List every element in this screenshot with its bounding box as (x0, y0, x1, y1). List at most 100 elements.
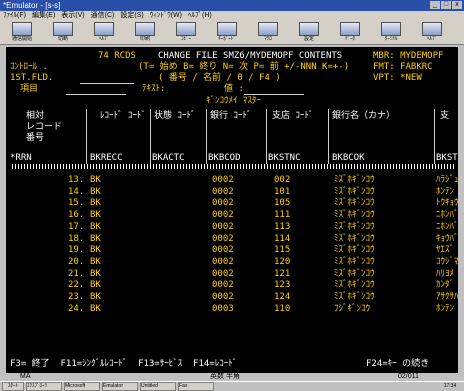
toolbar-button-keyboard[interactable]: ｷｰﾎﾞｰﾄﾞ (209, 22, 245, 44)
cell-rec[interactable]: BK (90, 198, 101, 208)
cell-br[interactable]: ｷｮｳﾊﾞ (436, 234, 458, 244)
menu-settings[interactable]: 設定(S) (120, 11, 143, 21)
terminal-screen[interactable]: 74 RCDS CHANGE FILE SMZ6/MYDEMOPF CONTEN… (6, 47, 458, 373)
cell-branch[interactable]: 105 (274, 198, 290, 208)
toolbar-button-help[interactable]: ﾍﾙﾌﾟ (86, 22, 122, 44)
toolbar-button-terminal[interactable]: ﾀｰﾐﾅﾙ (373, 22, 409, 44)
toolbar-button-help2[interactable]: ﾍﾙﾌﾟ (414, 22, 450, 44)
cell-br[interactable]: ﾔｴｽﾞ (436, 245, 454, 255)
start-button[interactable]: ｽﾀｰﾄ (2, 381, 24, 391)
cell-rec[interactable]: BK (90, 280, 101, 290)
toolbar-button-settings[interactable]: 設定 (291, 22, 327, 44)
cell-br[interactable]: ｱｻｸｻﾊ (436, 292, 458, 302)
cell-br[interactable]: ｶﾝﾀﾞ (436, 280, 454, 290)
cell-name[interactable]: ﾐｽﾞﾎｷﾞﾝｺｳ (334, 257, 375, 267)
cell-rec[interactable]: BK (90, 222, 101, 232)
cell-bank[interactable]: 0002 (212, 245, 234, 255)
table-row[interactable]: 23. BK 0002 124 ﾐｽﾞﾎｷﾞﾝｺｳ ｱｻｸｻﾊ (6, 292, 458, 302)
cell-bank[interactable]: 0002 (212, 257, 234, 267)
table-row[interactable]: 16. BK 0002 111 ﾐｽﾞﾎｷﾞﾝｺｳ ﾆﾎﾝﾊﾞ (6, 210, 458, 220)
table-row[interactable]: 17. BK 0002 113 ﾐｽﾞﾎｷﾞﾝｺｳ ﾆﾎﾝﾊﾞ (6, 222, 458, 232)
cell-bank[interactable]: 0002 (212, 187, 234, 197)
first-field-input[interactable] (80, 83, 134, 84)
cell-name[interactable]: ﾌｼﾞｷﾞﾝｺｳ (334, 304, 370, 314)
cell-rec[interactable]: BK (90, 292, 101, 302)
minimize-button[interactable]: _ (430, 1, 440, 9)
menu-view[interactable]: 表示(V) (61, 11, 84, 21)
cell-branch[interactable]: 002 (274, 175, 290, 185)
taskbar-item[interactable]: Untitled (140, 381, 176, 391)
table-row[interactable]: 20. BK 0002 120 ﾐｽﾞﾎｷﾞﾝｺｳ ｺｳｼﾞﾏ (6, 257, 458, 267)
table-row[interactable]: 14. BK 0002 101 ﾐｽﾞﾎｷﾞﾝｺｳ ﾎﾝﾃﾝ (6, 187, 458, 197)
taskbar-item[interactable]: Fax (178, 381, 214, 391)
cell-rec[interactable]: BK (90, 187, 101, 197)
cell-name[interactable]: ﾐｽﾞﾎｷﾞﾝｺｳ (334, 269, 375, 279)
menu-edit[interactable]: 編集(E) (32, 11, 55, 21)
cell-name[interactable]: ﾐｽﾞﾎｷﾞﾝｺｳ (334, 187, 375, 197)
toolbar-button-data[interactable]: ﾃﾞｰﾀ (332, 22, 368, 44)
cell-branch[interactable]: 113 (274, 222, 290, 232)
cell-rec[interactable]: BK (90, 210, 101, 220)
cell-branch[interactable]: 121 (274, 269, 290, 279)
cell-br[interactable]: ｺｳｼﾞﾏ (436, 257, 458, 267)
cell-rec[interactable]: BK (90, 304, 101, 314)
cell-branch[interactable]: 114 (274, 234, 290, 244)
taskbar-item[interactable]: ｴｸｽﾌﾟﾛｰﾗ (26, 381, 62, 391)
cell-branch[interactable]: 124 (274, 292, 290, 302)
table-row[interactable]: 22. BK 0002 123 ﾐｽﾞﾎｷﾞﾝｺｳ ｶﾝﾀﾞ (6, 280, 458, 290)
table-row[interactable]: 21. BK 0002 121 ﾐｽﾞﾎｷﾞﾝｺｳ ﾊﾘﾖﾒ (6, 269, 458, 279)
cell-rec[interactable]: BK (90, 175, 101, 185)
cell-name[interactable]: ﾐｽﾞﾎｷﾞﾝｺｳ (334, 280, 375, 290)
cell-name[interactable]: ﾐｽﾞﾎｷﾞﾝｺｳ (334, 292, 375, 302)
cell-branch[interactable]: 110 (274, 304, 290, 314)
cell-branch[interactable]: 123 (274, 280, 290, 290)
cell-name[interactable]: ﾐｽﾞﾎｷﾞﾝｺｳ (334, 198, 375, 208)
cell-bank[interactable]: 0002 (212, 222, 234, 232)
cell-br[interactable]: ﾎﾝﾃﾝ (436, 187, 454, 197)
table-row[interactable]: 19. BK 0002 115 ﾐｽﾞﾎｷﾞﾝｺｳ ﾔｴｽﾞ (6, 245, 458, 255)
cell-br[interactable]: ﾊﾗｼﾞｭ (436, 175, 458, 185)
cell-bank[interactable]: 0002 (212, 269, 234, 279)
toolbar-button-connect[interactable]: 通信開始 (4, 22, 40, 44)
toolbar-button-disconnect[interactable]: 切断 (45, 22, 81, 44)
cell-rec[interactable]: BK (90, 245, 101, 255)
taskbar-item[interactable]: Emulator (102, 381, 138, 391)
table-row[interactable]: 18. BK 0002 114 ﾐｽﾞﾎｷﾞﾝｺｳ ｷｮｳﾊﾞ (6, 234, 458, 244)
menu-file[interactable]: ﾌｧｲﾙ(F) (3, 11, 26, 21)
menu-comm[interactable]: 通信(C) (91, 11, 115, 21)
cell-name[interactable]: ﾐｽﾞﾎｷﾞﾝｺｳ (334, 210, 375, 220)
cell-bank[interactable]: 0002 (212, 292, 234, 302)
cell-name[interactable]: ﾐｽﾞﾎｷﾞﾝｺｳ (334, 222, 375, 232)
cell-bank[interactable]: 0002 (212, 175, 234, 185)
menu-window[interactable]: ｳｨﾝﾄﾞｳ(W) (150, 11, 182, 21)
cell-name[interactable]: ﾐｽﾞﾎｷﾞﾝｺｳ (334, 175, 375, 185)
value-input[interactable] (244, 94, 304, 95)
close-button[interactable]: x (452, 1, 462, 9)
cell-br[interactable]: ﾆﾎﾝﾊﾞ (436, 222, 458, 232)
taskbar-item[interactable]: Microsoft (64, 381, 100, 391)
table-row[interactable]: 24. BK 0003 110 ﾌｼﾞｷﾞﾝｺｳ ﾎﾝﾃﾝ (6, 304, 458, 314)
cell-bank[interactable]: 0002 (212, 280, 234, 290)
table-row[interactable]: 13. BK 0002 002 ﾐｽﾞﾎｷﾞﾝｺｳ ﾊﾗｼﾞｭ (6, 175, 458, 185)
cell-bank[interactable]: 0002 (212, 210, 234, 220)
cell-name[interactable]: ﾐｽﾞﾎｷﾞﾝｺｳ (334, 234, 375, 244)
cell-bank[interactable]: 0002 (212, 234, 234, 244)
toolbar-button-copy[interactable]: ｺﾋﾟｰ (168, 22, 204, 44)
cell-branch[interactable]: 115 (274, 245, 290, 255)
toolbar-button-macro[interactable]: ﾏｸﾛ (250, 22, 286, 44)
cell-name[interactable]: ﾐｽﾞﾎｷﾞﾝｺｳ (334, 245, 375, 255)
function-keys-left[interactable]: F3= 終了 F11=ｼﾝｸﾞﾙﾚｺｰﾄﾞ F13=ｻｰﾋﾞｽ F14=ﾚｺｰﾄ… (10, 359, 237, 370)
cell-br[interactable]: ﾄｳｷｮｳ (436, 198, 458, 208)
maximize-button[interactable]: □ (441, 1, 451, 9)
item-input[interactable] (66, 94, 126, 95)
cell-branch[interactable]: 120 (274, 257, 290, 267)
toolbar-button-print[interactable]: 印刷 (127, 22, 163, 44)
cell-bank[interactable]: 0003 (212, 304, 234, 314)
cell-br[interactable]: ﾊﾘﾖﾒ (436, 269, 454, 279)
table-row[interactable]: 15. BK 0002 105 ﾐｽﾞﾎｷﾞﾝｺｳ ﾄｳｷｮｳ (6, 198, 458, 208)
cell-branch[interactable]: 101 (274, 187, 290, 197)
cell-rec[interactable]: BK (90, 269, 101, 279)
menu-help[interactable]: ﾍﾙﾌﾟ(H) (188, 11, 212, 21)
cell-branch[interactable]: 111 (274, 210, 290, 220)
cell-rec[interactable]: BK (90, 234, 101, 244)
